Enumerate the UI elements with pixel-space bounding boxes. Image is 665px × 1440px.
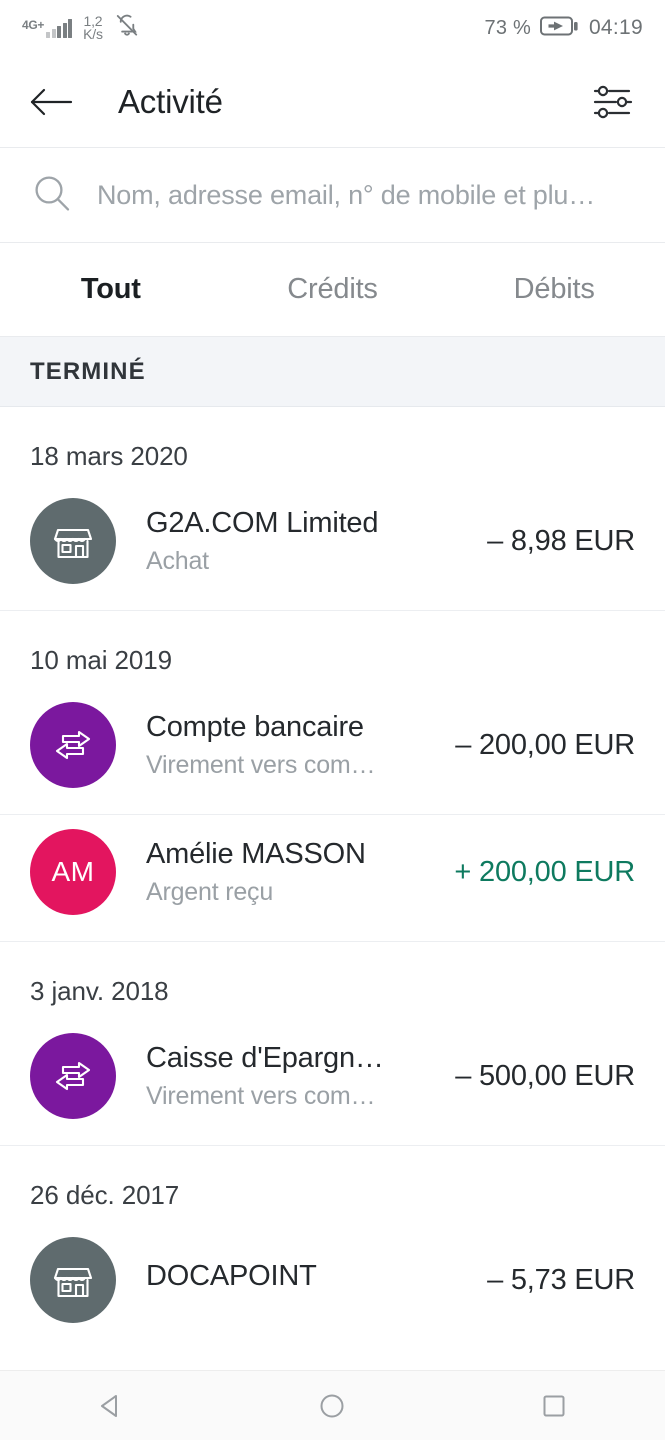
- date-group-header: 3 janv. 2018: [0, 942, 665, 1019]
- nav-back-triangle-icon: [100, 1394, 117, 1417]
- search-input[interactable]: Nom, adresse email, n° de mobile et plu…: [97, 180, 595, 211]
- signal-strength-icon: 4G+: [22, 17, 73, 38]
- signal-bars-icon: [46, 18, 73, 38]
- transaction-subtitle: Virement vers com…: [146, 750, 376, 779]
- transaction-subtitle: Argent reçu: [146, 877, 274, 906]
- transaction-amount: – 500,00 EUR: [455, 1059, 635, 1092]
- nav-recents-button[interactable]: [509, 1371, 599, 1440]
- section-header-termine: TERMINÉ: [0, 337, 665, 407]
- transaction-title: Compte bancaire: [146, 710, 364, 743]
- transaction-row[interactable]: G2A.COM Limited Achat – 8,98 EUR: [0, 484, 665, 611]
- data-rate-indicator: 1,2 K/s: [83, 14, 103, 42]
- transfer-icon: [55, 730, 91, 760]
- transaction-subtitle: Achat: [146, 546, 209, 575]
- shop-icon: [53, 1267, 93, 1298]
- transaction-row[interactable]: Caisse d'Epargn… Virement vers com… – 50…: [0, 1019, 665, 1146]
- transfer-icon: [55, 1061, 91, 1091]
- search-bar[interactable]: Nom, adresse email, n° de mobile et plu…: [0, 148, 665, 243]
- filter-button[interactable]: [589, 78, 637, 126]
- transaction-row[interactable]: Compte bancaire Virement vers com… – 200…: [0, 688, 665, 815]
- date-label: 10 mai 2019: [30, 645, 173, 675]
- transaction-amount: – 200,00 EUR: [455, 728, 635, 761]
- status-bar-left: 4G+ 1,2 K/s: [22, 12, 140, 44]
- nav-home-circle-icon: [320, 1394, 344, 1417]
- data-rate-unit: K/s: [83, 26, 103, 42]
- avatar-initials: AM: [51, 856, 95, 887]
- transaction-amount: + 200,00 EUR: [454, 855, 635, 888]
- transaction-subtitle: Virement vers com…: [146, 1081, 376, 1110]
- transaction-text: Amélie MASSON Argent reçu: [146, 838, 454, 907]
- network-type-label: 4G+: [22, 17, 45, 32]
- transaction-text: G2A.COM Limited Achat: [146, 507, 487, 576]
- page-title: Activité: [118, 82, 223, 120]
- transaction-title: G2A.COM Limited: [146, 506, 379, 539]
- transaction-text: Caisse d'Epargn… Virement vers com…: [146, 1042, 455, 1111]
- battery-percent-label: 73 %: [484, 16, 531, 39]
- app-screen: 4G+ 1,2 K/s 73 % 04:19 Activité Nom, adr…: [0, 0, 665, 1440]
- transaction-row[interactable]: AM Amélie MASSON Argent reçu + 200,00 EU…: [0, 815, 665, 942]
- tab-debits[interactable]: Débits: [443, 273, 665, 306]
- nav-back-button[interactable]: [66, 1371, 156, 1440]
- status-bar-right: 73 % 04:19: [485, 14, 643, 43]
- date-group-header: 26 déc. 2017: [0, 1146, 665, 1223]
- avatar: AM: [30, 829, 116, 915]
- transaction-amount: – 5,73 EUR: [487, 1263, 635, 1296]
- tab-tout[interactable]: Tout: [0, 273, 222, 306]
- filter-tabs: Tout Crédits Débits: [0, 243, 665, 337]
- app-bar: Activité: [0, 56, 665, 148]
- date-label: 18 mars 2020: [30, 441, 188, 471]
- clock-label: 04:19: [588, 16, 643, 39]
- android-nav-bar: [0, 1370, 665, 1440]
- transaction-row[interactable]: DOCAPOINT – 5,73 EUR: [0, 1223, 665, 1349]
- arrow-left-icon: [30, 88, 73, 115]
- avatar: [30, 1237, 116, 1323]
- avatar: [30, 1033, 116, 1119]
- avatar: [30, 498, 116, 584]
- avatar: [30, 702, 116, 788]
- nav-recents-square-icon: [543, 1395, 565, 1416]
- shop-icon: [53, 528, 93, 559]
- transaction-text: DOCAPOINT: [146, 1260, 487, 1300]
- sliders-filter-icon: [593, 85, 633, 118]
- back-button[interactable]: [28, 79, 74, 125]
- transaction-title: Caisse d'Epargn…: [146, 1041, 384, 1074]
- bell-off-icon: [114, 12, 140, 44]
- transaction-amount: – 8,98 EUR: [487, 524, 635, 557]
- date-group-header: 10 mai 2019: [0, 611, 665, 688]
- date-label: 26 déc. 2017: [30, 1180, 180, 1210]
- battery-charging-icon: [539, 14, 580, 43]
- nav-home-button[interactable]: [287, 1371, 377, 1440]
- transaction-title: DOCAPOINT: [146, 1260, 317, 1292]
- status-bar: 4G+ 1,2 K/s 73 % 04:19: [0, 0, 665, 56]
- transaction-title: Amélie MASSON: [146, 837, 366, 870]
- transaction-list[interactable]: 18 mars 2020 G2A.COM Limited Achat – 8,9…: [0, 407, 665, 1370]
- date-label: 3 janv. 2018: [30, 976, 169, 1006]
- search-icon: [33, 174, 71, 217]
- tab-credits[interactable]: Crédits: [222, 273, 444, 306]
- section-header-label: TERMINÉ: [30, 357, 146, 385]
- date-group-header: 18 mars 2020: [0, 407, 665, 484]
- transaction-text: Compte bancaire Virement vers com…: [146, 711, 455, 780]
